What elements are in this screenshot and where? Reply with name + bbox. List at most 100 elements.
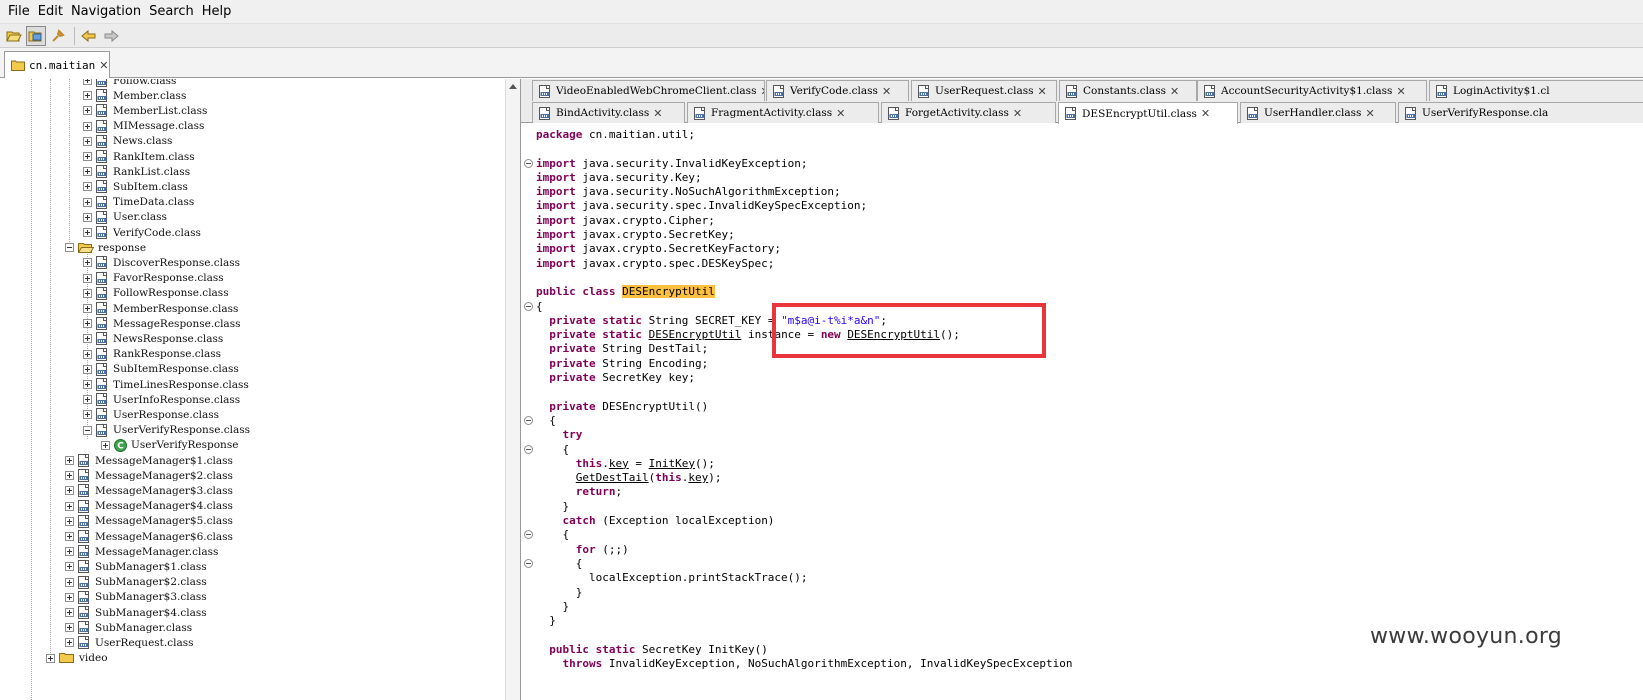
tree-class-item[interactable]: MessageResponse.class (83, 316, 240, 331)
tree-folder-item[interactable]: video (46, 651, 108, 666)
fold-icon[interactable] (524, 444, 533, 454)
tree-class-item[interactable]: MessageManager$3.class (65, 483, 233, 498)
expand-icon[interactable] (83, 182, 92, 192)
expand-icon[interactable] (83, 91, 92, 101)
tree-class-item[interactable]: Follow.class (83, 79, 176, 88)
menu-help[interactable]: Help (198, 0, 236, 24)
expand-icon[interactable] (83, 258, 92, 268)
editor-tab[interactable]: BindActivity.class ✕ (532, 102, 685, 123)
expand-icon[interactable] (65, 532, 74, 541)
scroll-up-icon[interactable] (509, 84, 517, 89)
expand-icon[interactable] (101, 440, 110, 450)
close-icon[interactable]: ✕ (1170, 86, 1179, 97)
close-icon[interactable]: ✕ (1038, 86, 1047, 97)
expand-icon[interactable] (83, 197, 92, 207)
fold-icon[interactable] (524, 416, 533, 425)
tree-class-item[interactable]: TimeData.class (83, 195, 194, 210)
open-project-icon[interactable] (26, 25, 46, 46)
expand-icon[interactable] (65, 623, 74, 633)
tree-class-item[interactable]: RankResponse.class (83, 347, 221, 362)
collapse-icon[interactable] (83, 425, 92, 435)
editor-tab[interactable]: VideoEnabledWebChromeClient.class✕ (532, 80, 765, 101)
tree-class-item[interactable]: MessageManager$5.class (65, 514, 233, 529)
tree-class-item[interactable]: MessageManager$1.class (65, 453, 233, 468)
editor-tab[interactable]: LoginActivity$1.cl (1429, 80, 1643, 101)
fold-icon[interactable] (524, 530, 533, 540)
expand-icon[interactable] (83, 304, 92, 313)
tree-class-item[interactable]: RankList.class (83, 164, 190, 179)
tree-class-item[interactable]: MessageManager$4.class (65, 499, 233, 514)
close-icon[interactable]: ✕ (1201, 108, 1210, 119)
expand-icon[interactable] (83, 288, 92, 298)
expand-icon[interactable] (65, 501, 74, 511)
editor-tab[interactable]: ForgetActivity.class ✕ (881, 102, 1056, 123)
tree-class-item[interactable]: FollowResponse.class (83, 286, 229, 301)
expand-icon[interactable] (83, 273, 92, 283)
editor-tab[interactable]: AccountSecurityActivity$1.class ✕ (1197, 80, 1427, 101)
editor-tab[interactable]: UserRequest.class ✕ (911, 80, 1057, 101)
tree-class-item[interactable]: VerifyCode.class (83, 225, 201, 240)
tree-class-item[interactable]: MessageManager.class (65, 544, 218, 559)
fold-icon[interactable] (524, 301, 533, 311)
tree-class-item[interactable]: SubItemResponse.class (83, 362, 239, 377)
tree-class-item[interactable]: User.class (83, 210, 167, 225)
forward-icon[interactable] (101, 26, 121, 46)
menu-edit[interactable]: Edit (34, 0, 67, 24)
tree-class-item[interactable]: UserInfoResponse.class (83, 392, 240, 407)
open-file-icon[interactable] (4, 26, 24, 46)
close-icon[interactable]: ✕ (1013, 108, 1022, 119)
editor-tab[interactable]: DESEncryptUtil.class ✕ (1058, 102, 1238, 124)
close-icon[interactable]: ✕ (836, 108, 845, 119)
close-icon[interactable]: ✕ (1396, 86, 1405, 97)
tree-class-item[interactable]: SubManager.class (65, 620, 192, 635)
tree-class-item[interactable]: RankItem.class (83, 149, 195, 164)
expand-icon[interactable] (65, 592, 74, 602)
tree-folder-item[interactable]: response (65, 240, 146, 255)
close-icon[interactable]: ✕ (99, 60, 108, 71)
expand-icon[interactable] (83, 364, 92, 374)
editor-tab[interactable]: Constants.class ✕ (1059, 80, 1197, 101)
tree-class-item[interactable]: UserResponse.class (83, 407, 219, 422)
menu-file[interactable]: File (4, 0, 34, 24)
expand-icon[interactable] (83, 167, 92, 177)
tree-class-item[interactable]: MessageManager$2.class (65, 468, 233, 483)
expand-icon[interactable] (46, 653, 55, 663)
editor-tab[interactable]: UserVerifyResponse.cla (1398, 102, 1643, 123)
expand-icon[interactable] (65, 638, 74, 648)
tree-class-item[interactable]: SubManager$3.class (65, 590, 207, 605)
tree-class-item[interactable]: MessageManager$6.class (65, 529, 233, 544)
tree-class-item[interactable]: DiscoverResponse.class (83, 255, 240, 270)
expand-icon[interactable] (65, 562, 74, 572)
expand-icon[interactable] (83, 228, 92, 237)
back-icon[interactable] (79, 26, 99, 46)
project-tab[interactable]: cn.maitian ✕ (4, 51, 110, 78)
expand-icon[interactable] (83, 410, 92, 420)
expand-icon[interactable] (83, 395, 92, 405)
tree-class-item[interactable]: MemberList.class (83, 103, 207, 118)
tree-class-item[interactable]: SubManager$4.class (65, 605, 207, 620)
expand-icon[interactable] (65, 547, 74, 557)
tree-class-item[interactable]: TimeLinesResponse.class (83, 377, 249, 392)
tree-class-item[interactable]: Member.class (83, 88, 186, 103)
expand-icon[interactable] (83, 319, 92, 329)
tree-class-item[interactable]: SubManager$2.class (65, 575, 207, 590)
expand-icon[interactable] (83, 334, 92, 344)
tree-class-item[interactable]: MemberResponse.class (83, 301, 238, 316)
tree-class-item[interactable]: SubItem.class (83, 179, 188, 194)
editor-tab[interactable]: VerifyCode.class ✕ (766, 80, 909, 101)
expand-icon[interactable] (83, 380, 92, 389)
expand-icon[interactable] (65, 608, 74, 617)
expand-icon[interactable] (83, 212, 92, 222)
expand-icon[interactable] (83, 349, 92, 359)
code-area[interactable]: package cn.maitian.util; import java.sec… (521, 124, 1643, 700)
close-icon[interactable]: ✕ (760, 86, 764, 97)
tree-class-item[interactable]: NewsResponse.class (83, 331, 223, 346)
fold-icon[interactable] (524, 559, 533, 568)
expand-icon[interactable] (65, 486, 74, 496)
collapse-icon[interactable] (65, 243, 74, 253)
tree-class-item[interactable]: UserRequest.class (65, 635, 194, 650)
expand-icon[interactable] (83, 106, 92, 116)
tree-class-item[interactable]: SubManager$1.class (65, 559, 207, 574)
expand-icon[interactable] (83, 136, 92, 146)
close-icon[interactable]: ✕ (882, 86, 891, 97)
